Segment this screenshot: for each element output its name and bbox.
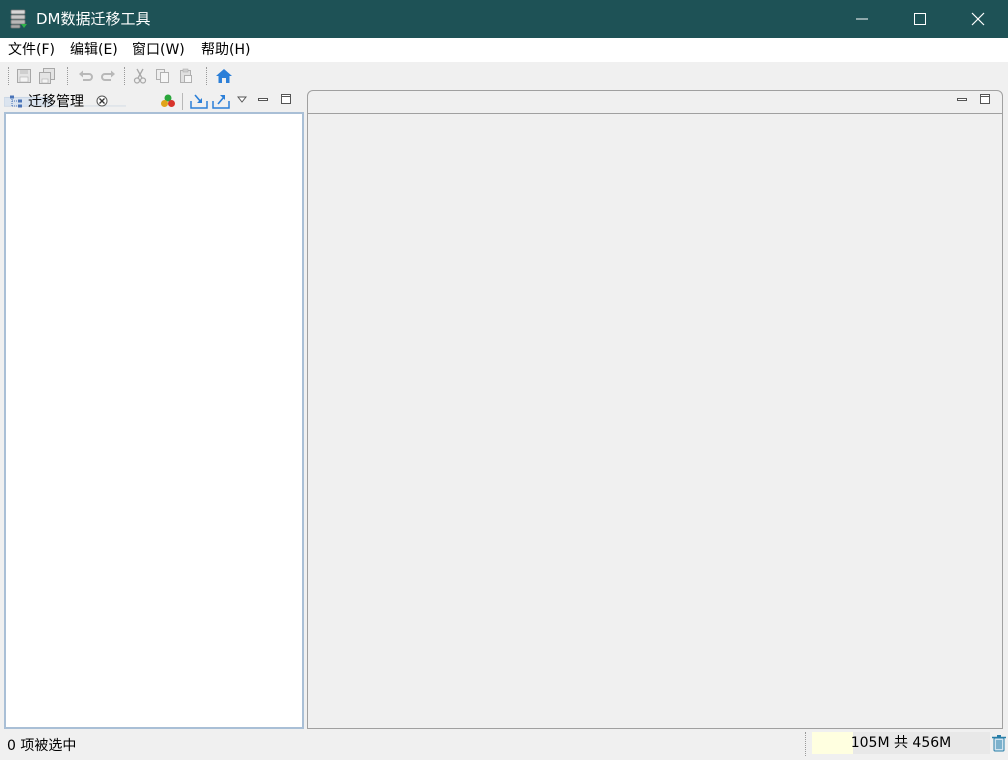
maximize-icon xyxy=(914,13,926,25)
undo-icon xyxy=(79,70,93,81)
garbage-collect-button[interactable] xyxy=(991,734,1007,752)
toolbar-separator xyxy=(206,67,208,85)
close-button[interactable] xyxy=(949,0,1007,38)
redo-icon xyxy=(101,70,115,81)
paste-icon xyxy=(180,68,192,83)
editor-area-header xyxy=(308,91,1002,114)
memory-text: 105M 共 456M xyxy=(850,735,952,751)
minimize-icon xyxy=(258,98,268,101)
editor-minimize-button[interactable] xyxy=(956,93,968,109)
color-circles-icon xyxy=(161,94,175,107)
maximize-icon xyxy=(980,94,990,104)
menu-window[interactable]: 窗口(W) xyxy=(132,41,185,59)
editor-maximize-button[interactable] xyxy=(979,93,991,109)
minimize-icon xyxy=(957,98,967,101)
menu-bar: 文件(F) 编辑(E) 窗口(W) 帮助(H) xyxy=(0,38,1008,62)
minimize-icon xyxy=(856,18,868,20)
maximize-icon xyxy=(281,94,291,104)
tab-close-button[interactable] xyxy=(96,95,108,111)
tab-label: 迁移管理 xyxy=(28,94,84,110)
trash-icon xyxy=(992,735,1006,752)
toolbar xyxy=(0,62,1008,90)
menu-help[interactable]: 帮助(H) xyxy=(201,41,250,59)
migration-tree-view[interactable] xyxy=(4,112,304,729)
minimize-button[interactable] xyxy=(833,0,891,38)
redo-button[interactable] xyxy=(99,67,117,85)
export-icon xyxy=(212,95,230,109)
save-all-icon xyxy=(39,68,55,84)
color-circles-button[interactable] xyxy=(160,93,176,113)
status-bar: 0 项被选中 105M 共 456M xyxy=(0,732,1008,760)
menu-edit[interactable]: 编辑(E) xyxy=(70,41,118,59)
panel-separator xyxy=(182,93,183,110)
paste-button[interactable] xyxy=(177,67,195,85)
memory-indicator[interactable]: 105M 共 456M xyxy=(812,732,990,754)
window-title: DM数据迁移工具 xyxy=(36,10,151,28)
save-icon xyxy=(17,69,31,83)
save-all-button[interactable] xyxy=(38,67,56,85)
view-menu-button[interactable] xyxy=(236,92,248,108)
save-button[interactable] xyxy=(15,67,33,85)
copy-button[interactable] xyxy=(154,67,172,85)
title-bar: DM数据迁移工具 xyxy=(0,0,1008,38)
close-icon xyxy=(96,95,108,107)
tree-icon xyxy=(9,95,23,113)
maximize-button[interactable] xyxy=(891,0,949,38)
toolbar-separator xyxy=(67,67,69,85)
panel-minimize-button[interactable] xyxy=(257,93,269,109)
home-icon xyxy=(216,69,232,83)
cut-icon xyxy=(133,68,147,84)
close-icon xyxy=(971,12,985,26)
copy-icon xyxy=(156,69,169,83)
import-button[interactable] xyxy=(190,93,208,113)
home-button[interactable] xyxy=(215,67,233,85)
export-button[interactable] xyxy=(212,93,230,113)
migration-management-panel: 迁移管理 xyxy=(4,90,304,729)
cut-button[interactable] xyxy=(131,67,149,85)
import-icon xyxy=(190,94,208,109)
status-separator xyxy=(805,732,807,756)
editor-area xyxy=(307,90,1003,729)
toolbar-separator xyxy=(124,67,126,85)
undo-button[interactable] xyxy=(77,67,95,85)
panel-tab-row: 迁移管理 xyxy=(4,90,304,113)
view-menu-icon xyxy=(236,96,248,103)
database-stack-icon xyxy=(10,9,28,29)
panel-maximize-button[interactable] xyxy=(280,93,292,109)
selection-status: 0 项被选中 xyxy=(7,738,77,754)
toolbar-separator xyxy=(8,67,10,85)
menu-file[interactable]: 文件(F) xyxy=(8,41,55,59)
